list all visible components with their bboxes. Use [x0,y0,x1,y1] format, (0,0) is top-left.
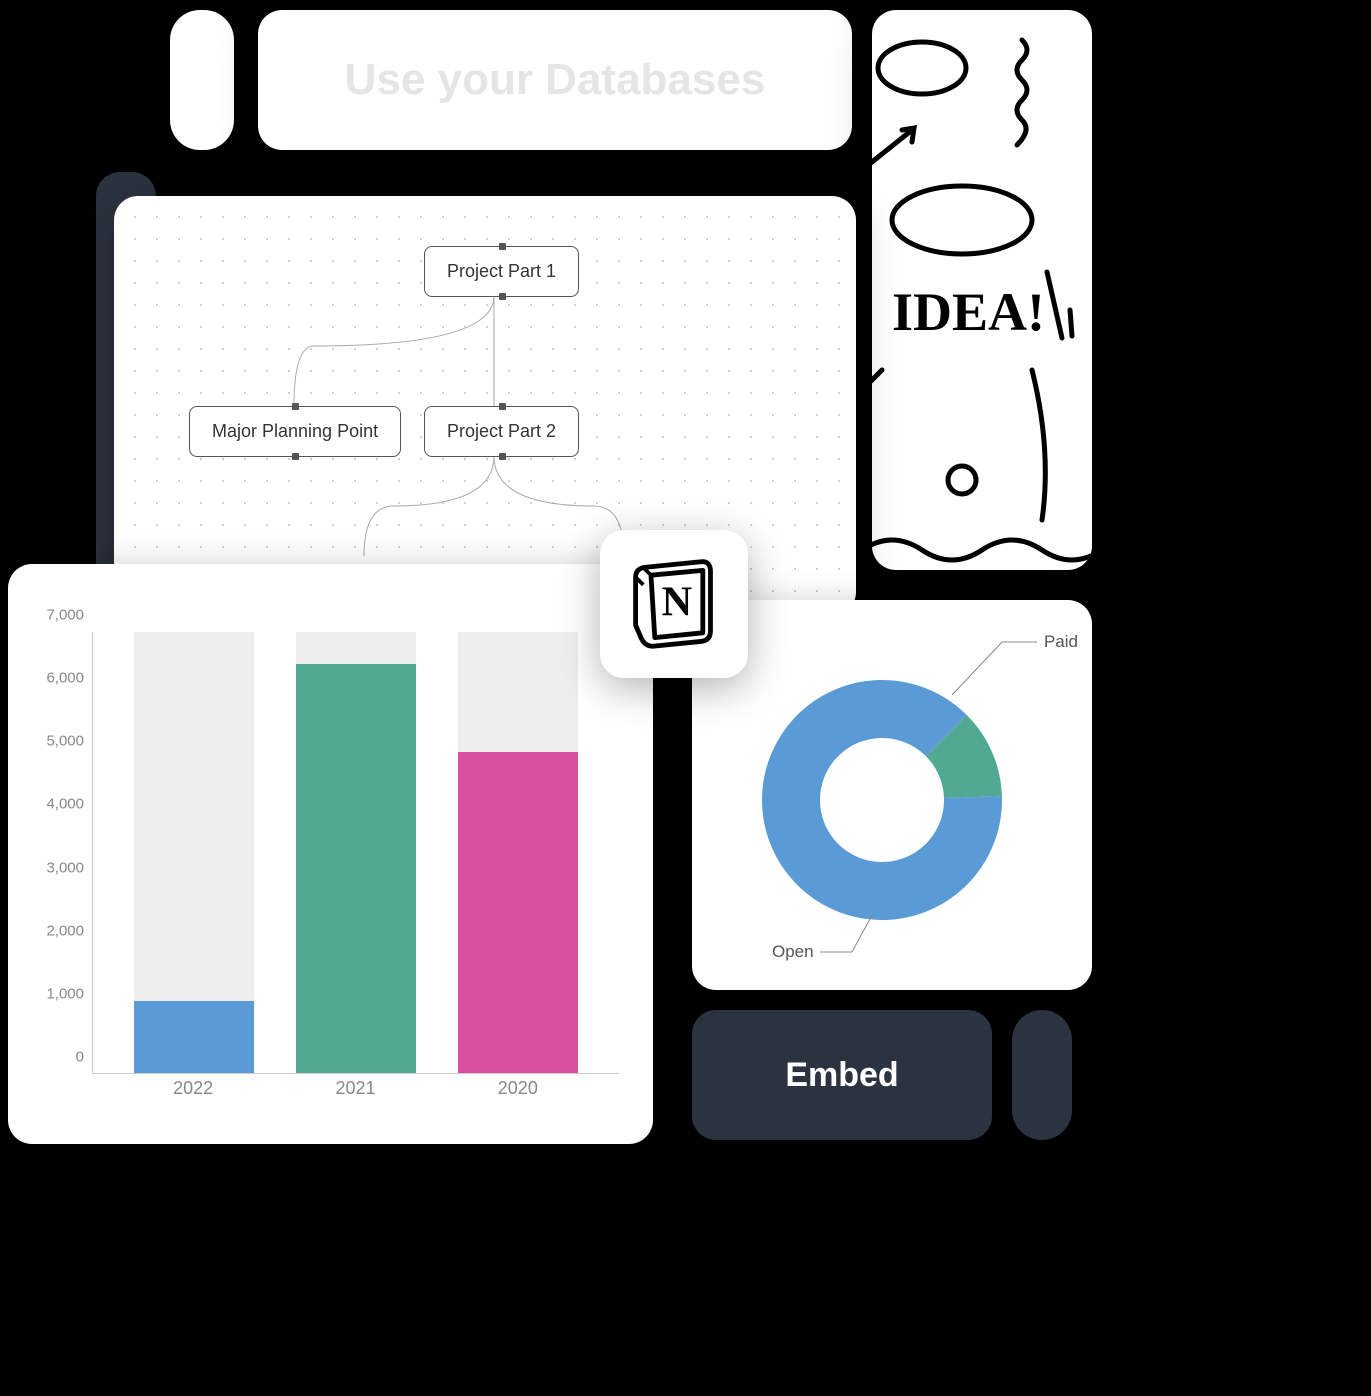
svg-text:IDEA!: IDEA! [892,282,1045,342]
bar-chart-card: 0 1,000 2,000 3,000 4,000 5,000 6,000 7,000 202… [8,564,653,1144]
donut-segment [762,680,1002,920]
y-tick: 2,000 [46,922,84,939]
diagram-node-project-part-2[interactable]: Project Part 2 [424,406,579,457]
diagram-node-project-part-1[interactable]: Project Part 1 [424,246,579,297]
donut-chart [742,660,1022,940]
y-tick: 0 [76,1049,84,1066]
y-tick: 1,000 [46,985,84,1002]
node-label: Project Part 2 [447,421,556,441]
node-label: Project Part 1 [447,261,556,281]
donut-chart-card: Paid Open [692,600,1092,990]
bar-column [458,632,578,1073]
x-axis-labels: 2022 2021 2020 [92,1078,619,1114]
diagram-node-major-planning[interactable]: Major Planning Point [189,406,401,457]
bar-chart-area: 01,0002,0003,0004,0005,0006,0007,000 202… [32,632,629,1114]
node-label: Major Planning Point [212,421,378,441]
bar-column [134,632,254,1073]
y-tick: 7,000 [46,607,84,624]
embed-label: Embed [785,1056,898,1095]
y-tick: 4,000 [46,796,84,813]
header-card: Use your Databases [258,10,852,150]
x-label: 2020 [458,1078,578,1114]
bar-column [296,632,416,1073]
sketch-doodles: IDEA! [872,10,1092,570]
bar [134,1001,254,1073]
embed-card[interactable]: Embed [692,1010,992,1140]
bar [458,752,578,1073]
decorative-pill-right [1012,1010,1072,1140]
svg-text:N: N [662,579,693,626]
y-tick: 6,000 [46,670,84,687]
donut-label-open: Open [772,942,814,962]
bar [296,664,416,1074]
donut-label-paid: Paid [1044,632,1078,652]
y-axis: 01,0002,0003,0004,0005,0006,0007,000 [32,632,92,1074]
header-title: Use your Databases [345,55,766,105]
decorative-pill-left [170,10,234,150]
y-tick: 3,000 [46,859,84,876]
bar-plot [92,632,619,1074]
x-label: 2021 [295,1078,415,1114]
idea-sketch-card: IDEA! [872,10,1092,570]
x-label: 2022 [133,1078,253,1114]
y-tick: 5,000 [46,733,84,750]
notion-icon: N [626,556,722,652]
notion-logo-card: N [600,530,748,678]
